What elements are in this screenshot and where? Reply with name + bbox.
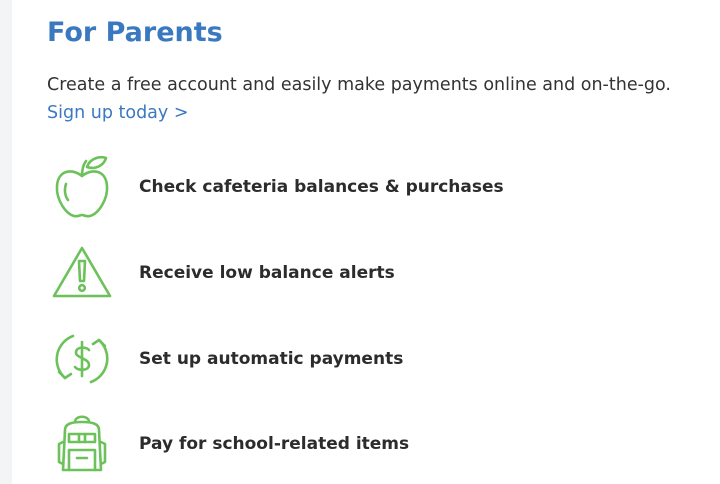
for-parents-panel: For Parents Create a free account and ea… bbox=[12, 0, 720, 484]
feature-item-autopay: Set up automatic payments bbox=[50, 326, 403, 392]
dollar-cycle-icon bbox=[50, 326, 114, 392]
feature-item-school-items: Pay for school-related items bbox=[50, 411, 409, 477]
section-heading: For Parents bbox=[47, 17, 223, 48]
section-description: Create a free account and easily make pa… bbox=[47, 71, 712, 127]
feature-item-alerts: Receive low balance alerts bbox=[50, 240, 395, 306]
feature-item-cafeteria: Check cafeteria balances & purchases bbox=[50, 154, 504, 220]
feature-label: Receive low balance alerts bbox=[139, 263, 395, 283]
backpack-icon bbox=[50, 411, 114, 477]
apple-icon bbox=[50, 154, 114, 220]
feature-label: Pay for school-related items bbox=[139, 434, 410, 454]
warning-icon bbox=[50, 240, 114, 306]
description-text: Create a free account and easily make pa… bbox=[47, 75, 671, 95]
sign-up-link[interactable]: Sign up today > bbox=[47, 99, 712, 127]
feature-label: Set up automatic payments bbox=[139, 349, 404, 369]
feature-label: Check cafeteria balances & purchases bbox=[139, 177, 504, 197]
